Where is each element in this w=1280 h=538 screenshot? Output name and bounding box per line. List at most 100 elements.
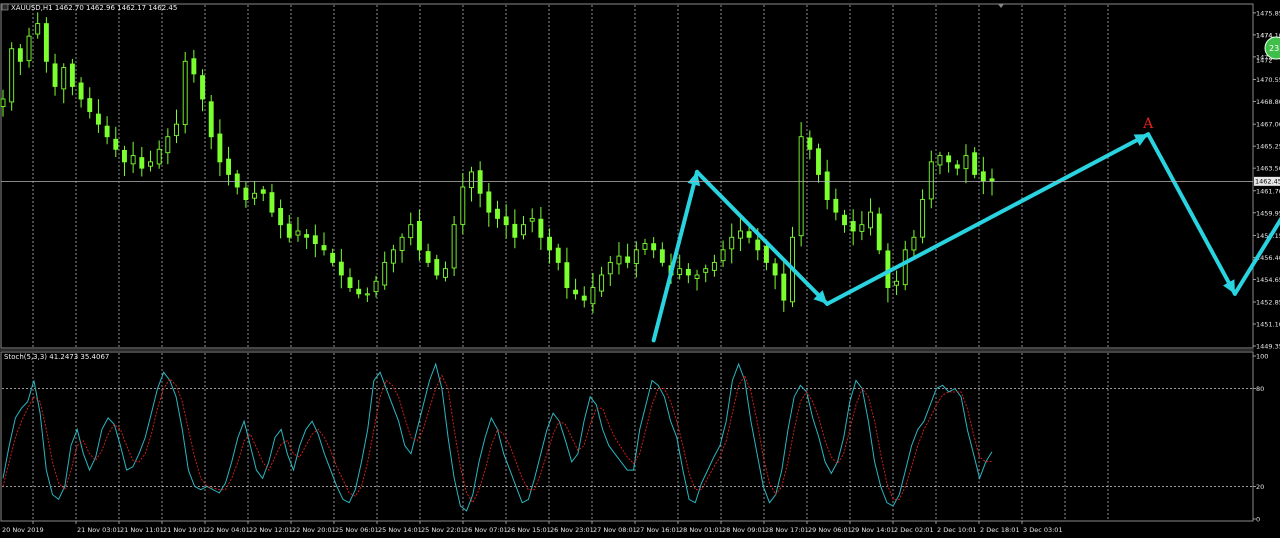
candle-bear [954, 164, 960, 169]
candle-bear [113, 138, 119, 150]
stoch-tick-label: 20 [1256, 483, 1264, 491]
candle-bear [17, 48, 23, 62]
candle-bear [43, 23, 49, 62]
candle-bull [599, 274, 605, 292]
candle-bear [338, 261, 344, 276]
candle-bear [685, 268, 691, 276]
candle-bear [659, 249, 665, 263]
candle-bull [737, 230, 743, 239]
candle-bear [286, 223, 292, 238]
time-tick-label: 25 Nov 14:01 [378, 526, 422, 534]
candle-bull [469, 171, 474, 189]
time-tick-label: 27 Nov 08:01 [593, 526, 637, 534]
time-tick-label: 28 Nov 09:01 [722, 526, 766, 534]
candle-bear [503, 216, 509, 226]
candle-bull [902, 249, 908, 286]
candle-bear [816, 148, 821, 175]
candle-bull [694, 274, 700, 279]
candle-bear [200, 75, 205, 100]
time-tick-label: 27 Nov 16:01 [636, 526, 680, 534]
candle-bull [920, 199, 926, 238]
candle-bull [182, 60, 188, 126]
price-tick-label: 1449.35 [1256, 343, 1280, 351]
time-tick-label: 22 Nov 20:01 [292, 526, 336, 534]
time-tick-label: 2 Dec 02:01 [894, 526, 934, 534]
current-price-label: 1462.45 [1255, 178, 1280, 186]
candle-bear [139, 157, 145, 169]
candle-bull [937, 155, 943, 166]
candle-bull [460, 186, 466, 225]
candle-bull [0, 98, 6, 108]
candle-bear [69, 63, 75, 87]
candle-bear [191, 58, 197, 75]
price-tick-label: 1467.00 [1256, 121, 1280, 129]
time-tick-label: 26 Nov 23:01 [550, 526, 594, 534]
candle-bear [217, 133, 223, 163]
candle-bear [356, 288, 362, 295]
time-tick-label: 25 Nov 22:01 [421, 526, 465, 534]
candle-bear [234, 173, 240, 188]
candle-bull [928, 161, 934, 200]
candle-bear [564, 262, 570, 289]
time-tick-label: 28 Nov 01:01 [679, 526, 723, 534]
candle-bear [312, 235, 318, 245]
price-tick-label: 1451.10 [1256, 321, 1280, 329]
candle-bear [495, 208, 500, 219]
candle-bull [174, 123, 179, 137]
candle-bull [399, 236, 405, 251]
price-tick-label: 1452.85 [1256, 299, 1280, 307]
candle-bull [798, 136, 804, 237]
candle-bear [781, 273, 787, 301]
stoch-tick-label: 100 [1256, 353, 1268, 361]
price-tick-label: 1470.55 [1256, 76, 1280, 84]
chart-window[interactable]: 1475.851474.101472.351470.551468.801467.… [0, 0, 1280, 538]
candle-bear [807, 137, 813, 150]
candle-bear [486, 191, 492, 213]
price-tick-label: 1463.50 [1256, 165, 1280, 173]
candle-bull [390, 249, 396, 264]
wave-label-a: A [1142, 116, 1154, 132]
candle-bear [304, 234, 310, 238]
candle-bear [52, 63, 58, 87]
candle-bear [330, 252, 336, 263]
candle-bull [442, 268, 448, 278]
badge-count: 23 [1269, 44, 1279, 53]
candle-bear [260, 189, 266, 194]
candle-bear [538, 218, 544, 238]
candle-bear [243, 187, 249, 201]
candle-bull [252, 192, 258, 199]
candle-bull [26, 35, 32, 62]
candle-bull [642, 243, 648, 250]
candle-bear [980, 171, 986, 182]
candle-bear [226, 158, 232, 175]
candle-bear [425, 251, 431, 263]
candle-bear [278, 207, 284, 226]
candle-bear [321, 245, 327, 251]
candle-bear [416, 221, 422, 251]
chart-menu-icon[interactable] [1, 3, 9, 11]
time-tick-label: 22 Nov 04:01 [206, 526, 250, 534]
chart-canvas[interactable]: 1475.851474.101472.351470.551468.801467.… [0, 0, 1280, 538]
candle-bull [868, 211, 873, 229]
time-tick-label: 25 Nov 06:01 [335, 526, 379, 534]
candle-bull [521, 224, 526, 236]
candle-bull [894, 280, 900, 286]
candle-bear [625, 256, 631, 263]
time-tick-label: 26 Nov 15:01 [507, 526, 551, 534]
candle-bull [148, 161, 153, 167]
candle-bull [677, 268, 683, 276]
time-tick-label: 2 Dec 18:01 [980, 526, 1020, 534]
candle-bull [451, 224, 457, 269]
candle-bear [763, 245, 769, 263]
candle-bear [104, 125, 110, 138]
stoch-tick-label: 0 [1256, 516, 1260, 524]
candle-bull [295, 230, 301, 236]
candle-bear [512, 223, 518, 238]
time-tick-label: 29 Nov 14:01 [851, 526, 895, 534]
candle-bull [607, 261, 613, 275]
time-tick-label: 26 Nov 07:01 [464, 526, 508, 534]
candle-bear [122, 149, 127, 163]
candle-bear [477, 170, 483, 194]
price-tick-label: 1465.25 [1256, 143, 1280, 151]
time-tick-label: 22 Nov 12:01 [249, 526, 293, 534]
